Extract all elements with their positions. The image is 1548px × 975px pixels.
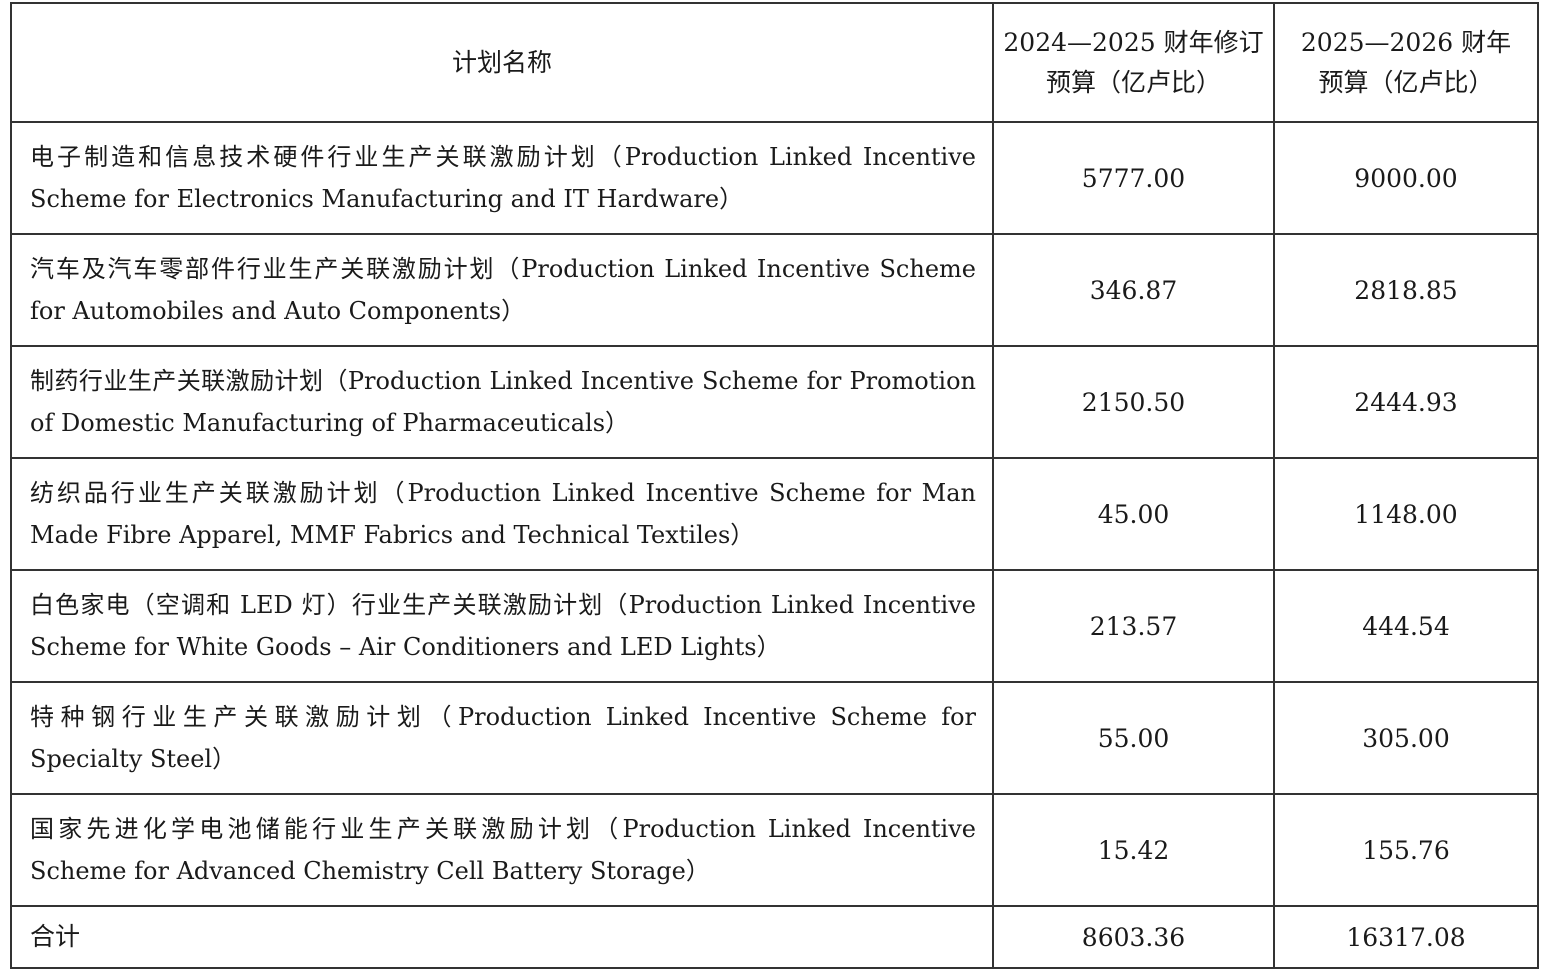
plan-name-cell: 电子制造和信息技术硬件行业生产关联激励计划（Production Linked … xyxy=(10,121,994,235)
total-revised-cell: 8603.36 xyxy=(992,905,1275,969)
revised-value-cell: 2150.50 xyxy=(992,345,1275,459)
budget-table: 计划名称 2024—2025 财年修订 预算（亿卢比） 2025—2026 财年… xyxy=(10,2,1539,969)
revised-value-cell: 55.00 xyxy=(992,681,1275,795)
total-budget-cell: 16317.08 xyxy=(1273,905,1539,969)
header-budget-2025-2026: 2025—2026 财年 预算（亿卢比） xyxy=(1273,2,1539,123)
table-row: 白色家电（空调和 LED 灯）行业生产关联激励计划（Production Lin… xyxy=(10,569,1539,683)
budget-value-cell: 2444.93 xyxy=(1273,345,1539,459)
table-row: 特种钢行业生产关联激励计划（Production Linked Incentiv… xyxy=(10,681,1539,795)
revised-value-cell: 213.57 xyxy=(992,569,1275,683)
plan-name-cell: 白色家电（空调和 LED 灯）行业生产关联激励计划（Production Lin… xyxy=(10,569,994,683)
table-header: 计划名称 2024—2025 财年修订 预算（亿卢比） 2025—2026 财年… xyxy=(10,2,1539,123)
revised-value-cell: 346.87 xyxy=(992,233,1275,347)
budget-value-cell: 1148.00 xyxy=(1273,457,1539,571)
plan-name-cell: 国家先进化学电池储能行业生产关联激励计划（Production Linked I… xyxy=(10,793,994,907)
revised-value-cell: 45.00 xyxy=(992,457,1275,571)
table-row: 电子制造和信息技术硬件行业生产关联激励计划（Production Linked … xyxy=(10,121,1539,235)
budget-value-cell: 444.54 xyxy=(1273,569,1539,683)
plan-name-cell: 汽车及汽车零部件行业生产关联激励计划（Production Linked Inc… xyxy=(10,233,994,347)
budget-value-cell: 2818.85 xyxy=(1273,233,1539,347)
header-revised-line1: 2024—2025 财年修订 xyxy=(1003,27,1264,57)
total-row: 合计 8603.36 16317.08 xyxy=(10,905,1539,969)
header-row: 计划名称 2024—2025 财年修订 预算（亿卢比） 2025—2026 财年… xyxy=(10,2,1539,123)
header-revised-line2: 预算（亿卢比） xyxy=(1045,67,1221,97)
table-row: 汽车及汽车零部件行业生产关联激励计划（Production Linked Inc… xyxy=(10,233,1539,347)
revised-value-cell: 5777.00 xyxy=(992,121,1275,235)
revised-value-cell: 15.42 xyxy=(992,793,1275,907)
budget-value-cell: 9000.00 xyxy=(1273,121,1539,235)
budget-value-cell: 155.76 xyxy=(1273,793,1539,907)
header-plan-name: 计划名称 xyxy=(10,2,994,123)
table-row: 纺织品行业生产关联激励计划（Production Linked Incentiv… xyxy=(10,457,1539,571)
table-body: 电子制造和信息技术硬件行业生产关联激励计划（Production Linked … xyxy=(10,121,1539,969)
header-plan-name-text: 计划名称 xyxy=(451,47,552,77)
total-label-cell: 合计 xyxy=(10,905,994,969)
plan-name-cell: 纺织品行业生产关联激励计划（Production Linked Incentiv… xyxy=(10,457,994,571)
plan-name-cell: 制药行业生产关联激励计划（Production Linked Incentive… xyxy=(10,345,994,459)
budget-value-cell: 305.00 xyxy=(1273,681,1539,795)
table-row: 制药行业生产关联激励计划（Production Linked Incentive… xyxy=(10,345,1539,459)
table-row: 国家先进化学电池储能行业生产关联激励计划（Production Linked I… xyxy=(10,793,1539,907)
header-budget-line2: 预算（亿卢比） xyxy=(1318,67,1494,97)
plan-name-cell: 特种钢行业生产关联激励计划（Production Linked Incentiv… xyxy=(10,681,994,795)
header-revised-2024-2025: 2024—2025 财年修订 预算（亿卢比） xyxy=(992,2,1275,123)
header-budget-line1: 2025—2026 财年 xyxy=(1300,27,1512,57)
